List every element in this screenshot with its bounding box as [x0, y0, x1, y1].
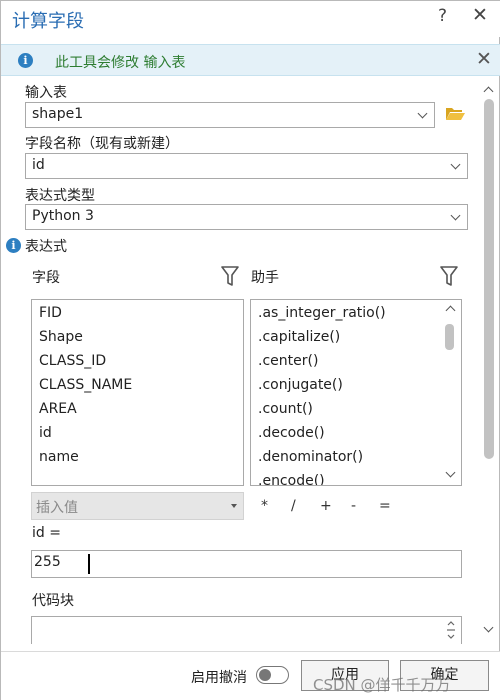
expression-type-select[interactable]: Python 3 — [25, 204, 468, 230]
caret-down-icon — [231, 504, 237, 508]
field-name-label: 字段名称（现有或新建） — [25, 136, 179, 152]
list-item[interactable]: CLASS_ID — [39, 353, 106, 369]
chevron-down-icon — [450, 159, 461, 170]
list-item[interactable]: name — [39, 449, 79, 465]
helpers-list[interactable]: .as_integer_ratio() .capitalize() .cente… — [250, 299, 462, 486]
filter-icon[interactable] — [440, 266, 458, 286]
code-block-label: 代码块 — [32, 593, 74, 609]
list-item[interactable]: .as_integer_ratio() — [258, 305, 386, 321]
scroll-up-icon[interactable] — [483, 86, 494, 97]
dialog-window: 计算字段 ? ✕ i 此工具会修改 输入表 ✕ 输入表 shape1 字段名称（… — [0, 0, 500, 700]
scroll-up-icon[interactable] — [445, 305, 456, 316]
info-icon[interactable]: i — [6, 238, 21, 253]
plus-operator-button[interactable]: + — [320, 498, 332, 514]
list-item[interactable]: .denominator() — [258, 449, 363, 465]
chevron-down-icon — [450, 210, 461, 221]
folder-open-icon[interactable] — [445, 105, 465, 121]
resize-icon[interactable] — [445, 620, 457, 640]
field-name-value: id — [32, 157, 45, 173]
list-item[interactable]: .count() — [258, 401, 313, 417]
multiply-operator-button[interactable]: * — [261, 498, 268, 514]
pane-scrollbar-thumb[interactable] — [484, 99, 494, 459]
list-item[interactable]: id — [39, 425, 52, 441]
minus-operator-button[interactable]: - — [351, 498, 356, 514]
pane-scrollbar[interactable] — [483, 86, 494, 643]
expression-target-label: id = — [32, 525, 61, 541]
field-name-select[interactable]: id — [25, 153, 468, 179]
expression-label: 表达式 — [25, 239, 67, 255]
info-icon: i — [18, 53, 33, 68]
info-message: 此工具会修改 输入表 — [55, 55, 186, 71]
fields-list[interactable]: FID Shape CLASS_ID CLASS_NAME AREA id na… — [31, 299, 244, 486]
watermark: CSDN @佯千千万万 — [313, 676, 451, 694]
input-table-value: shape1 — [32, 106, 84, 122]
helpers-header: 助手 — [251, 270, 279, 286]
divide-operator-button[interactable]: / — [291, 498, 296, 514]
input-table-label: 输入表 — [25, 85, 67, 101]
list-item[interactable]: AREA — [39, 401, 77, 417]
list-item[interactable]: FID — [39, 305, 62, 321]
fields-header: 字段 — [32, 270, 60, 286]
helpers-scrollbar-thumb[interactable] — [445, 324, 454, 350]
dialog-footer: 启用撤消 应用 确定 CSDN @佯千千万万 — [1, 651, 500, 700]
enable-undo-toggle[interactable] — [256, 666, 289, 684]
expression-value: 255 — [34, 554, 61, 570]
dismiss-banner-button[interactable]: ✕ — [476, 48, 492, 70]
close-button[interactable]: ✕ — [472, 4, 488, 26]
code-block-input[interactable] — [31, 616, 462, 644]
list-item[interactable]: .center() — [258, 353, 318, 369]
scroll-down-icon[interactable] — [483, 622, 494, 633]
expression-type-label: 表达式类型 — [25, 188, 95, 204]
expression-input[interactable]: 255 — [31, 550, 462, 578]
text-cursor — [88, 554, 90, 574]
input-table-select[interactable]: shape1 — [25, 102, 435, 128]
list-item[interactable]: .encode() — [258, 473, 325, 485]
list-item[interactable]: .capitalize() — [258, 329, 340, 345]
info-banner: i 此工具会修改 输入表 ✕ — [1, 44, 500, 76]
dialog-title: 计算字段 — [12, 11, 84, 32]
title-bar: 计算字段 ? ✕ — [1, 1, 500, 37]
toggle-knob — [259, 669, 271, 681]
expression-type-value: Python 3 — [32, 208, 94, 224]
insert-value-dropdown[interactable]: 插入值 — [31, 492, 244, 520]
chevron-down-icon — [417, 108, 428, 119]
equals-operator-button[interactable]: = — [379, 498, 391, 514]
scroll-down-icon[interactable] — [445, 467, 456, 478]
enable-undo-label: 启用撤消 — [191, 670, 247, 686]
list-item[interactable]: .conjugate() — [258, 377, 343, 393]
list-item[interactable]: CLASS_NAME — [39, 377, 132, 393]
insert-value-label: 插入值 — [36, 500, 78, 516]
list-item[interactable]: Shape — [39, 329, 83, 345]
help-button[interactable]: ? — [438, 6, 447, 26]
filter-icon[interactable] — [221, 266, 239, 286]
list-item[interactable]: .decode() — [258, 425, 325, 441]
